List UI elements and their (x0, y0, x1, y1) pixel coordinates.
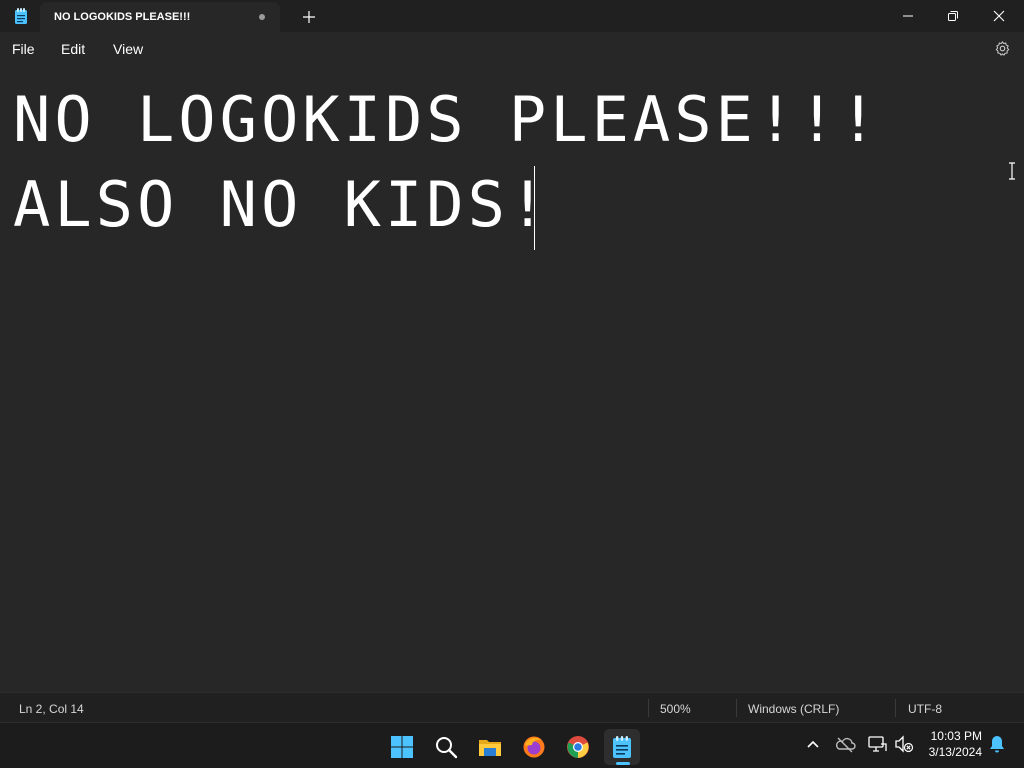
cursor-position: Ln 2, Col 14 (19, 702, 84, 716)
chrome-icon (567, 736, 589, 758)
firefox-icon (523, 736, 545, 758)
status-bar: Ln 2, Col 14 500% Windows (CRLF) UTF-8 (0, 692, 1024, 722)
title-bar: NO LOGOKIDS PLEASE!!! (0, 0, 1024, 32)
tab-title: NO LOGOKIDS PLEASE!!! (54, 11, 191, 23)
unsaved-dot-icon[interactable] (259, 14, 265, 20)
clock-time[interactable]: 10:03 PM (918, 729, 982, 743)
tab-document[interactable]: NO LOGOKIDS PLEASE!!! (40, 2, 280, 32)
notepad-icon (613, 736, 631, 758)
menu-edit[interactable]: Edit (61, 41, 85, 57)
taskbar: 10:03 PM 3/13/2024 (0, 722, 1024, 768)
menu-view[interactable]: View (113, 41, 143, 57)
close-button[interactable] (976, 0, 1022, 32)
minimize-icon (903, 15, 913, 17)
status-divider (736, 699, 737, 717)
line-ending[interactable]: Windows (CRLF) (748, 702, 839, 716)
network-icon[interactable] (866, 733, 888, 755)
notepad-icon (15, 8, 27, 24)
status-divider (648, 699, 649, 717)
restore-icon (948, 11, 958, 21)
text-caret (534, 166, 535, 250)
zoom-level[interactable]: 500% (660, 702, 691, 716)
status-divider (895, 699, 896, 717)
onedrive-icon[interactable] (834, 733, 856, 755)
editor-line-1: NO LOGOKIDS PLEASE!!! (13, 83, 881, 156)
encoding[interactable]: UTF-8 (908, 702, 942, 716)
chevron-up-icon[interactable] (802, 733, 824, 755)
notepad-taskbar-button[interactable] (604, 729, 640, 765)
firefox-button[interactable] (516, 729, 552, 765)
file-explorer-button[interactable] (472, 729, 508, 765)
restore-button[interactable] (930, 0, 976, 32)
file-explorer-icon (479, 740, 501, 756)
minimize-button[interactable] (885, 0, 931, 32)
plus-icon[interactable] (300, 8, 318, 26)
text-editor[interactable]: NO LOGOKIDS PLEASE!!! ALSO NO KIDS! (0, 66, 1024, 692)
active-app-indicator (616, 762, 630, 765)
editor-line-2: ALSO NO KIDS! (13, 168, 551, 241)
menu-bar: File Edit View (0, 32, 1024, 66)
menu-file[interactable]: File (12, 41, 35, 57)
close-icon (993, 10, 1005, 22)
chrome-button[interactable] (560, 729, 596, 765)
ibeam-cursor-icon (1009, 162, 1015, 180)
clock-date[interactable]: 3/13/2024 (918, 745, 982, 759)
start-icon (391, 736, 413, 758)
gear-icon[interactable] (994, 40, 1011, 57)
notification-bell-icon[interactable] (986, 733, 1008, 755)
search-button[interactable] (428, 729, 464, 765)
search-icon (436, 737, 458, 759)
volume-muted-icon[interactable] (893, 733, 915, 755)
start-button[interactable] (384, 729, 420, 765)
